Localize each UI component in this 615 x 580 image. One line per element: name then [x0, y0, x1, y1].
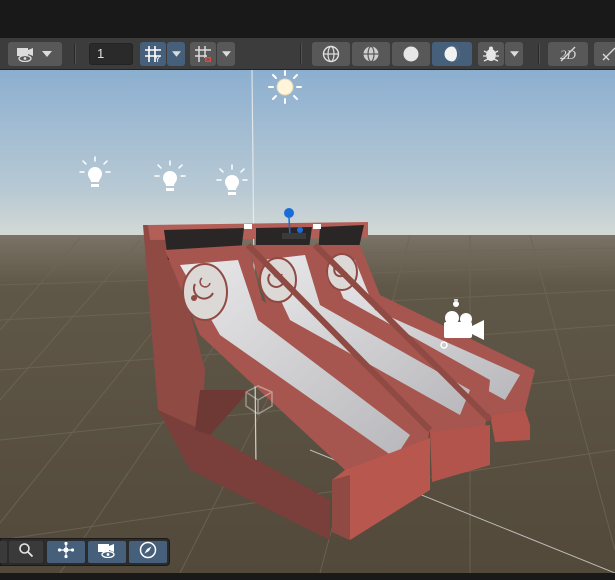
move-tool-button[interactable] [47, 541, 85, 563]
shaded-wireframe-icon [362, 45, 380, 63]
gizmo-bug-icon [482, 45, 500, 63]
shaded-wireframe-mode-button[interactable] [352, 42, 390, 66]
top-strip [0, 0, 615, 38]
orientation-button[interactable] [129, 541, 167, 563]
shaded-sphere-icon [402, 45, 420, 63]
more-overlays-button[interactable] [594, 42, 615, 66]
scene-nav-toolbar [0, 538, 170, 566]
shaded-mode-button[interactable] [392, 42, 430, 66]
toolbar-separator [538, 44, 540, 64]
camera-eye-icon [16, 46, 36, 62]
nav-partial-button[interactable] [0, 541, 7, 563]
lit-mode-button[interactable] [432, 42, 472, 66]
grid-snap-dropdown[interactable] [167, 42, 185, 66]
gizmos-dropdown[interactable] [505, 42, 523, 66]
layer-number-field[interactable]: 1 [89, 43, 133, 65]
compass-icon [139, 541, 157, 564]
gizmos-button[interactable] [478, 42, 504, 66]
snap-increment-dropdown[interactable] [217, 42, 235, 66]
scene-view-toolbar: 1 Y [0, 38, 615, 70]
camera-view-dropdown[interactable] [8, 42, 62, 66]
chevron-down-icon [42, 51, 52, 57]
search-button[interactable] [9, 541, 43, 563]
overlay-icon [601, 46, 615, 62]
grid-snap-icon: Y [144, 45, 162, 63]
bottom-strip [0, 573, 615, 580]
lit-sphere-icon [443, 45, 461, 63]
snap-increment-button[interactable] [190, 42, 216, 66]
scene-canvas [0, 70, 615, 573]
chevron-down-icon [171, 51, 181, 57]
move-nodes-icon [57, 541, 75, 564]
wireframe-globe-icon [322, 45, 340, 63]
directional-light-icon[interactable] [268, 70, 302, 104]
grid-magnet-icon [194, 45, 212, 63]
fx-toggle-button[interactable]: 2D [548, 42, 588, 66]
grid-snap-button[interactable]: Y [140, 42, 166, 66]
chevron-down-icon [509, 51, 519, 57]
wireframe-mode-button[interactable] [312, 42, 350, 66]
chevron-down-icon [221, 51, 231, 57]
toolbar-separator [74, 44, 76, 64]
visibility-button[interactable] [88, 541, 126, 563]
search-icon [18, 542, 34, 563]
svg-text:Y: Y [155, 55, 161, 63]
fx-off-icon: 2D [558, 45, 578, 63]
scene-viewport[interactable] [0, 70, 615, 573]
toolbar-separator [300, 44, 302, 64]
visibility-camera-icon [97, 542, 117, 563]
